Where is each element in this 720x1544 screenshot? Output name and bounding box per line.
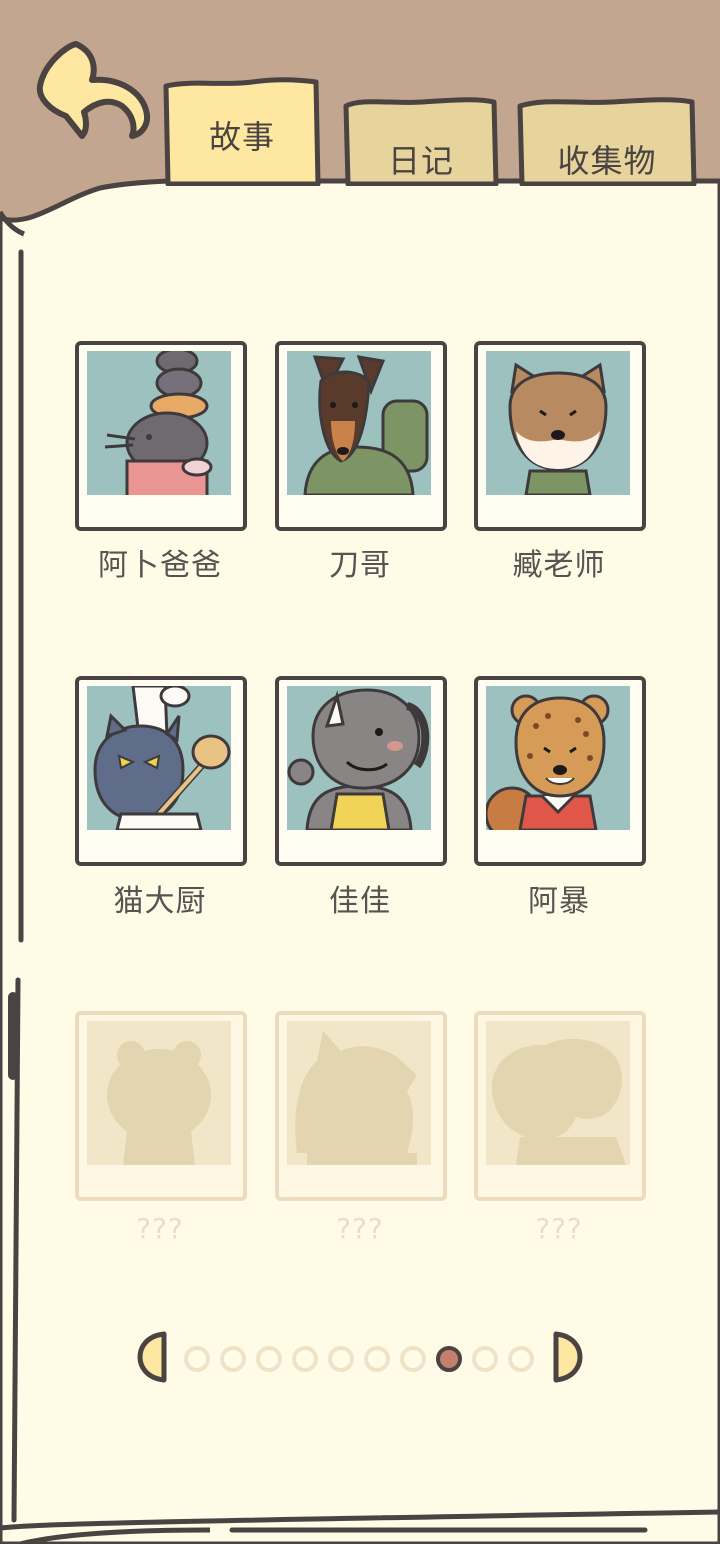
page-dot[interactable]	[508, 1346, 534, 1372]
page-dot-active[interactable]	[436, 1346, 462, 1372]
page-dot[interactable]	[256, 1346, 282, 1372]
animal-silhouette	[287, 1021, 431, 1165]
rat-family-portrait	[87, 351, 231, 495]
character-name: 佳佳	[329, 884, 391, 919]
bear-silhouette	[87, 1021, 231, 1165]
character-card[interactable]	[474, 676, 646, 866]
page-dot[interactable]	[292, 1346, 318, 1372]
prev-page-button[interactable]	[136, 1330, 168, 1384]
back-button[interactable]	[30, 36, 158, 148]
tab-story[interactable]: 故事	[162, 76, 322, 186]
cheetah-portrait	[486, 686, 630, 830]
chef-cat-portrait	[87, 686, 231, 830]
character-card[interactable]	[75, 676, 247, 866]
doberman-portrait	[287, 351, 431, 495]
page-dot[interactable]	[184, 1346, 210, 1372]
page-dot[interactable]	[472, 1346, 498, 1372]
page-indicator	[130, 1330, 590, 1386]
chevron-left-icon	[137, 1331, 167, 1383]
character-name: 阿卜爸爸	[98, 548, 222, 583]
back-arrow-icon	[36, 41, 150, 139]
page-dot[interactable]	[400, 1346, 426, 1372]
tab-collect[interactable]: 收集物	[516, 96, 698, 186]
character-name: ???	[535, 1212, 583, 1245]
character-card[interactable]	[75, 341, 247, 531]
character-card[interactable]	[275, 341, 447, 531]
tab-collect-label: 收集物	[557, 142, 657, 180]
next-page-button[interactable]	[552, 1330, 584, 1384]
tab-diary-label: 日记	[387, 142, 454, 180]
character-name: 臧老师	[512, 548, 606, 583]
character-card[interactable]	[474, 341, 646, 531]
story-screen: 日记 收集物 故事 阿卜爸爸 刀哥 臧老师 猫大厨 佳佳 阿暴 ??? ??? …	[0, 0, 720, 1544]
character-name: 阿暴	[528, 884, 590, 919]
chevron-right-icon	[553, 1331, 583, 1383]
character-name: 猫大厨	[113, 884, 207, 919]
character-name: ???	[336, 1212, 384, 1245]
character-card[interactable]	[275, 676, 447, 866]
tab-diary[interactable]: 日记	[342, 96, 500, 186]
tab-story-label: 故事	[208, 118, 275, 156]
page-dot[interactable]	[220, 1346, 246, 1372]
page-dot[interactable]	[364, 1346, 390, 1372]
locked-character-card[interactable]	[75, 1011, 247, 1201]
rhino-portrait	[287, 686, 431, 830]
shiba-dog-portrait	[486, 351, 630, 495]
locked-character-card[interactable]	[474, 1011, 646, 1201]
locked-character-card[interactable]	[275, 1011, 447, 1201]
page-dot[interactable]	[328, 1346, 354, 1372]
character-name: 刀哥	[329, 548, 391, 583]
character-name: ???	[136, 1212, 184, 1245]
animal-silhouette	[486, 1021, 630, 1165]
